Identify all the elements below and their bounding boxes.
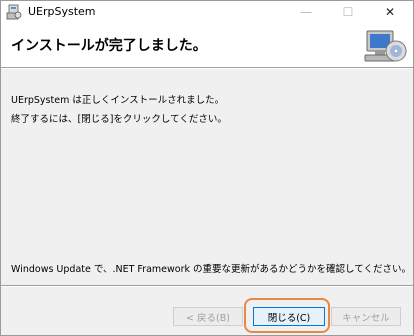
header-banner: インストールが完了しました。 [1,23,413,67]
close-window-button[interactable]: ✕ [369,1,411,23]
success-message: UErpSystem は正しくインストールされました。 [11,95,225,106]
cancel-button[interactable]: キャンセル [331,307,401,326]
installer-app-icon [6,4,22,20]
close-button[interactable]: 閉じる(C) [253,307,325,326]
computer-cd-icon [363,29,407,65]
exit-instruction: 終了するには、[閉じる]をクリックしてください。 [11,114,227,125]
window-title: UErpSystem [28,5,96,18]
installer-window: UErpSystem — ☐ ✕ インストールが完了しました。 UErpSyst… [0,0,414,336]
minimize-button[interactable]: — [285,1,327,23]
title-bar[interactable]: UErpSystem — ☐ ✕ [1,1,413,23]
maximize-button[interactable]: ☐ [327,1,369,23]
page-title: インストールが完了しました。 [11,38,207,54]
back-button[interactable]: < 戻る(B) [173,307,243,326]
update-notice: Windows Update で、.NET Framework の重要な更新があ… [11,264,411,275]
